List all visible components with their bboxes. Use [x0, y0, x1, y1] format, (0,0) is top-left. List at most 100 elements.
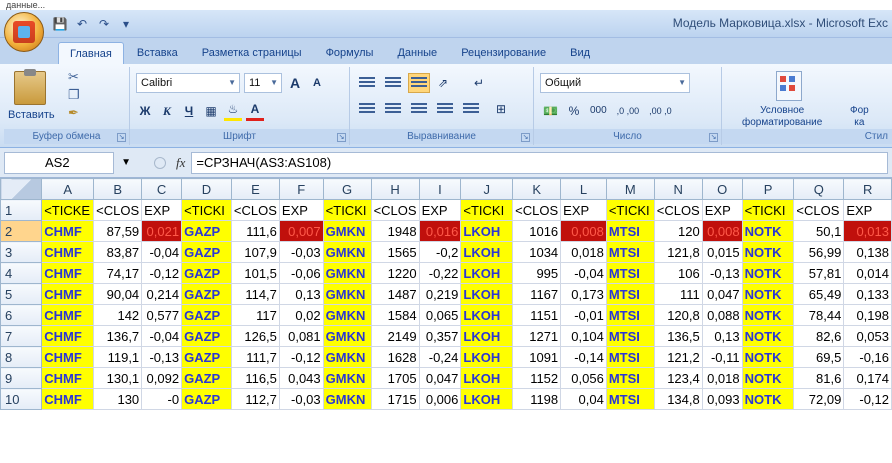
- cell-c8[interactable]: -0,13: [141, 346, 183, 368]
- cell-n8[interactable]: 121,2: [653, 346, 703, 368]
- cell-c2[interactable]: 0,021: [141, 220, 183, 242]
- cell-l2[interactable]: 0,008: [560, 220, 607, 242]
- cell-p5[interactable]: NOTK: [741, 283, 795, 305]
- column-header-b[interactable]: B: [93, 178, 143, 200]
- cell-j4[interactable]: LKOH: [460, 262, 514, 284]
- cell-r10[interactable]: -0,12: [843, 388, 892, 410]
- cell-i2[interactable]: 0,016: [418, 220, 462, 242]
- row-header[interactable]: 4: [0, 262, 43, 284]
- office-button[interactable]: [4, 12, 44, 52]
- column-header-g[interactable]: G: [322, 178, 372, 200]
- cell-a7[interactable]: CHMF: [41, 325, 95, 347]
- tab-page-layout[interactable]: Разметка страницы: [191, 42, 313, 64]
- cell-i6[interactable]: 0,065: [418, 304, 462, 326]
- cell-e1[interactable]: <CLOS: [230, 199, 280, 221]
- cell-d10[interactable]: GAZP: [181, 388, 232, 410]
- align-bottom-icon[interactable]: [408, 73, 430, 93]
- cell-l8[interactable]: -0,14: [560, 346, 607, 368]
- cell-c6[interactable]: 0,577: [141, 304, 183, 326]
- cell-a4[interactable]: CHMF: [41, 262, 95, 284]
- cell-f8[interactable]: -0,12: [278, 346, 324, 368]
- borders-icon[interactable]: ▦: [202, 101, 220, 121]
- cell-j1[interactable]: <TICKI: [460, 199, 514, 221]
- cell-f6[interactable]: 0,02: [278, 304, 324, 326]
- cell-b6[interactable]: 142: [93, 304, 143, 326]
- cell-d4[interactable]: GAZP: [181, 262, 232, 284]
- cell-h2[interactable]: 1948: [370, 220, 420, 242]
- cell-k3[interactable]: 1034: [512, 241, 562, 263]
- underline-button[interactable]: Ч: [180, 101, 198, 121]
- cell-e8[interactable]: 111,7: [230, 346, 280, 368]
- cut-icon[interactable]: ✂: [68, 69, 79, 85]
- cell-k10[interactable]: 1198: [512, 388, 562, 410]
- paste-icon[interactable]: [14, 69, 46, 105]
- cell-j3[interactable]: LKOH: [460, 241, 514, 263]
- tab-view[interactable]: Вид: [559, 42, 601, 64]
- align-left-icon[interactable]: [356, 99, 378, 119]
- row-header[interactable]: 10: [0, 388, 43, 410]
- cell-p1[interactable]: <TICKI: [741, 199, 795, 221]
- cell-i9[interactable]: 0,047: [418, 367, 462, 389]
- font-name-select[interactable]: Calibri ▼: [136, 73, 240, 93]
- grow-font-button[interactable]: A: [286, 73, 304, 93]
- conditional-formatting-icon[interactable]: [776, 71, 802, 101]
- cell-n10[interactable]: 134,8: [653, 388, 703, 410]
- cell-c9[interactable]: 0,092: [141, 367, 183, 389]
- cell-q8[interactable]: 69,5: [793, 346, 845, 368]
- alignment-launcher-icon[interactable]: ↘: [521, 133, 530, 142]
- tab-data[interactable]: Данные: [386, 42, 448, 64]
- cell-q2[interactable]: 50,1: [793, 220, 845, 242]
- cell-k6[interactable]: 1151: [512, 304, 562, 326]
- cell-o5[interactable]: 0,047: [701, 283, 743, 305]
- cell-p7[interactable]: NOTK: [741, 325, 795, 347]
- decrease-decimal-button[interactable]: ,00 ,0: [646, 101, 675, 121]
- cell-f10[interactable]: -0,03: [278, 388, 324, 410]
- cell-q5[interactable]: 65,49: [793, 283, 845, 305]
- shrink-font-button[interactable]: A: [308, 73, 326, 93]
- bold-button[interactable]: Ж: [136, 101, 154, 121]
- cell-f4[interactable]: -0,06: [278, 262, 324, 284]
- column-header-r[interactable]: R: [843, 178, 892, 200]
- redo-icon[interactable]: ↷: [96, 16, 112, 32]
- cell-f9[interactable]: 0,043: [278, 367, 324, 389]
- cell-l3[interactable]: 0,018: [560, 241, 607, 263]
- cell-i3[interactable]: -0,2: [418, 241, 462, 263]
- column-header-k[interactable]: K: [512, 178, 562, 200]
- row-header[interactable]: 2: [0, 220, 43, 242]
- cell-h3[interactable]: 1565: [370, 241, 420, 263]
- cell-e9[interactable]: 116,5: [230, 367, 280, 389]
- column-header-q[interactable]: Q: [793, 178, 845, 200]
- cell-e7[interactable]: 126,5: [230, 325, 280, 347]
- cell-l7[interactable]: 0,104: [560, 325, 607, 347]
- cell-l6[interactable]: -0,01: [560, 304, 607, 326]
- cell-r7[interactable]: 0,053: [843, 325, 892, 347]
- column-header-j[interactable]: J: [460, 178, 514, 200]
- cell-c7[interactable]: -0,04: [141, 325, 183, 347]
- cell-f2[interactable]: 0,007: [278, 220, 324, 242]
- cell-i8[interactable]: -0,24: [418, 346, 462, 368]
- cell-a3[interactable]: CHMF: [41, 241, 95, 263]
- cell-p4[interactable]: NOTK: [741, 262, 795, 284]
- cell-h4[interactable]: 1220: [370, 262, 420, 284]
- cell-g1[interactable]: <TICKI: [322, 199, 372, 221]
- cell-a9[interactable]: CHMF: [41, 367, 95, 389]
- cell-r1[interactable]: EXP: [843, 199, 892, 221]
- cell-p6[interactable]: NOTK: [741, 304, 795, 326]
- cell-d2[interactable]: GAZP: [181, 220, 232, 242]
- cell-b9[interactable]: 130,1: [93, 367, 143, 389]
- font-launcher-icon[interactable]: ↘: [337, 133, 346, 142]
- column-header-l[interactable]: L: [560, 178, 607, 200]
- cell-m7[interactable]: MTSI: [605, 325, 655, 347]
- cell-b5[interactable]: 90,04: [93, 283, 143, 305]
- cell-g3[interactable]: GMKN: [322, 241, 372, 263]
- wrap-text-icon[interactable]: ↵: [470, 73, 488, 93]
- cell-n6[interactable]: 120,8: [653, 304, 703, 326]
- cell-m8[interactable]: MTSI: [605, 346, 655, 368]
- cell-k9[interactable]: 1152: [512, 367, 562, 389]
- cell-l4[interactable]: -0,04: [560, 262, 607, 284]
- cell-j10[interactable]: LKOH: [460, 388, 514, 410]
- cell-r5[interactable]: 0,133: [843, 283, 892, 305]
- cell-b2[interactable]: 87,59: [93, 220, 143, 242]
- align-right-icon[interactable]: [408, 99, 430, 119]
- cell-g4[interactable]: GMKN: [322, 262, 372, 284]
